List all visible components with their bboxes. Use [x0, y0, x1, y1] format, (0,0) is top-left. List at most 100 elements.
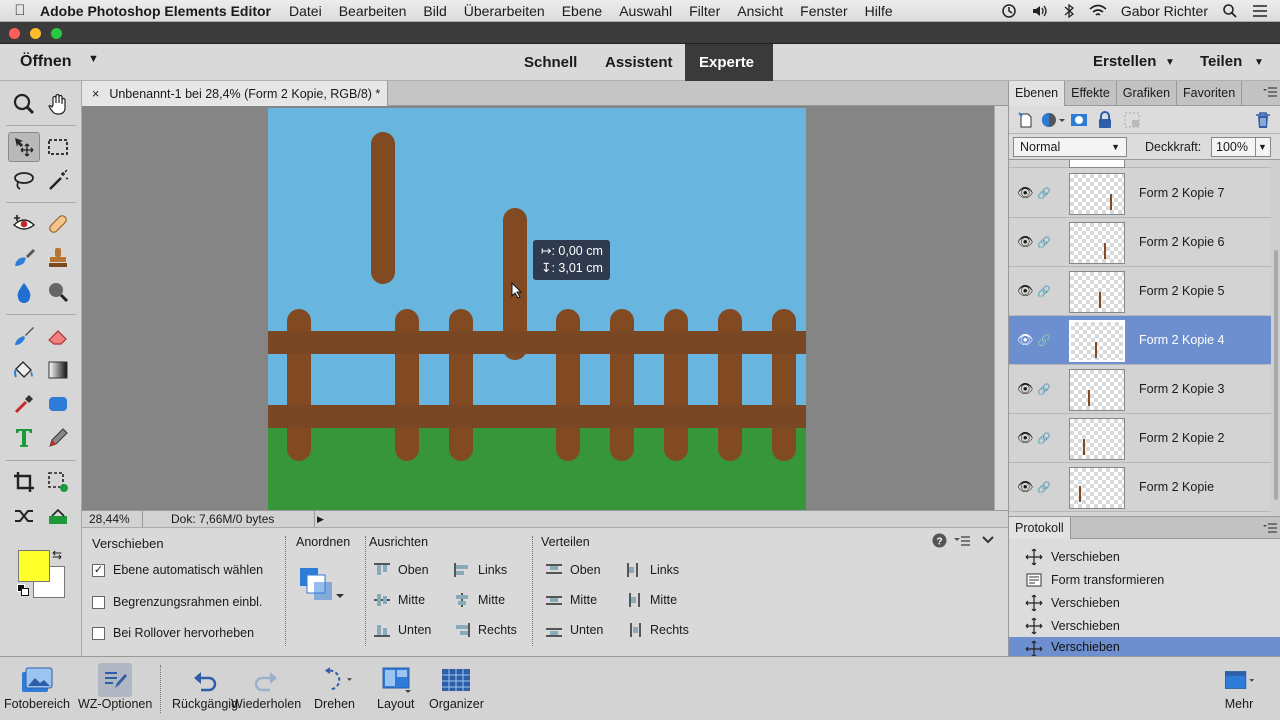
gradient-tool-icon[interactable]	[42, 355, 74, 385]
checkbox-checked-icon[interactable]: ✓	[92, 563, 105, 577]
tab-history[interactable]: Protokoll	[1009, 517, 1071, 539]
blend-mode-select[interactable]: Normal ▼	[1013, 137, 1127, 157]
brush-tool-icon[interactable]	[8, 321, 40, 351]
auto-select-layer-checkbox[interactable]: ✓ Ebene automatisch wählen	[92, 563, 263, 577]
layer-row[interactable]: 👁 🔗 Form 2 Kopie 6	[1009, 218, 1271, 267]
smart-brush-icon[interactable]	[8, 243, 40, 273]
history-item[interactable]: Form transformieren	[1009, 568, 1280, 591]
recompose-tool-icon[interactable]	[42, 467, 74, 497]
menu-auswahl[interactable]: Auswahl	[619, 3, 672, 19]
eye-icon[interactable]: 👁	[1017, 430, 1034, 446]
arrange-button[interactable]	[298, 566, 350, 606]
eye-icon[interactable]: 👁	[1017, 185, 1034, 201]
layers-scroll-thumb[interactable]	[1274, 250, 1278, 500]
help-icon[interactable]: ?	[932, 533, 947, 548]
menu-ansicht[interactable]: Ansicht	[737, 3, 783, 19]
layer-row[interactable]: 👁 🔗 Form 2 Kopie 2	[1009, 414, 1271, 463]
link-icon[interactable]: 🔗	[1037, 383, 1051, 396]
move-tool-icon[interactable]	[8, 132, 40, 162]
status-menu-arrow-icon[interactable]: ▶	[314, 511, 326, 527]
wifi-icon[interactable]	[1089, 4, 1107, 18]
menu-ebene[interactable]: Ebene	[562, 3, 602, 19]
zoom-window-button[interactable]	[51, 28, 62, 39]
menu-bearbeiten[interactable]: Bearbeiten	[339, 3, 407, 19]
spotlight-search-icon[interactable]	[1222, 3, 1238, 19]
distribute-middle-button[interactable]: Mitte	[546, 593, 597, 607]
volume-icon[interactable]	[1031, 3, 1049, 19]
tool-options-button[interactable]: WZ-Optionen	[78, 663, 152, 711]
collapse-options-icon[interactable]	[982, 535, 994, 545]
highlight-rollover-checkbox[interactable]: Bei Rollover hervorheben	[92, 626, 254, 640]
clone-stamp-icon[interactable]	[42, 243, 74, 273]
align-bottom-button[interactable]: Unten	[374, 623, 431, 637]
link-icon[interactable]: 🔗	[1037, 236, 1051, 249]
lock-all-icon[interactable]	[1097, 111, 1113, 129]
link-icon[interactable]: 🔗	[1037, 187, 1051, 200]
create-dropdown-icon[interactable]: ▼	[1165, 57, 1175, 68]
delete-layer-icon[interactable]	[1255, 111, 1271, 129]
red-eye-tool-icon[interactable]	[8, 209, 40, 239]
hand-tool-icon[interactable]	[42, 89, 74, 119]
history-item[interactable]: Verschieben	[1009, 614, 1280, 637]
lasso-tool-icon[interactable]	[8, 166, 40, 196]
crop-tool-icon[interactable]	[8, 467, 40, 497]
zoom-tool-icon[interactable]	[8, 89, 40, 119]
organizer-button[interactable]: Organizer	[429, 663, 484, 711]
spot-healing-brush-icon[interactable]	[42, 209, 74, 239]
options-menu-icon[interactable]	[954, 535, 970, 547]
content-aware-move-icon[interactable]	[42, 501, 74, 531]
mode-expert[interactable]: Experte	[685, 44, 773, 81]
layer-row[interactable]: 👁 🔗 Form 2 Kopie	[1009, 463, 1271, 512]
eye-icon[interactable]: 👁	[1017, 234, 1034, 250]
layer-row[interactable]: 👁 🔗 Form 2 Kopie 7	[1009, 169, 1271, 218]
undo-button[interactable]: Rückgängig	[172, 663, 238, 711]
layer-row[interactable]: 👁 🔗 Form 2 Kopie 5	[1009, 267, 1271, 316]
shape-tool-icon[interactable]	[42, 389, 74, 419]
swap-colors-icon[interactable]: ⇆	[52, 548, 62, 562]
distribute-bottom-button[interactable]: Unten	[546, 623, 603, 637]
panel-menu-icon[interactable]	[1263, 87, 1277, 97]
tab-favorites[interactable]: Favoriten	[1177, 81, 1243, 106]
notification-center-icon[interactable]	[1252, 4, 1268, 18]
add-layer-mask-icon[interactable]	[1070, 111, 1088, 129]
layer-row-selected[interactable]: 👁 🔗 Form 2 Kopie 4	[1009, 316, 1271, 365]
open-button[interactable]: Öffnen	[20, 53, 72, 71]
eye-icon[interactable]: 👁	[1017, 283, 1034, 299]
layer-row[interactable]: 👁 🔗 Form 2 Kopie 3	[1009, 365, 1271, 414]
eye-icon[interactable]: 👁	[1017, 381, 1034, 397]
history-menu-icon[interactable]	[1263, 523, 1277, 533]
text-tool-icon[interactable]	[8, 423, 40, 453]
time-machine-icon[interactable]	[1001, 3, 1017, 19]
redo-button[interactable]: Wiederholen	[231, 663, 301, 711]
link-icon[interactable]: 🔗	[1037, 432, 1051, 445]
tab-layers[interactable]: Ebenen	[1009, 81, 1066, 106]
rectangular-marquee-icon[interactable]	[42, 132, 74, 162]
history-item-selected[interactable]: Verschieben	[1009, 637, 1280, 657]
magic-wand-icon[interactable]	[42, 166, 74, 196]
align-right-button[interactable]: Rechts	[454, 623, 517, 637]
document-tab[interactable]: × Unbenannt-1 bei 28,4% (Form 2 Kopie, R…	[82, 81, 388, 106]
menu-bild[interactable]: Bild	[423, 3, 446, 19]
align-center-button[interactable]: Mitte	[454, 593, 505, 607]
minimize-window-button[interactable]	[30, 28, 41, 39]
distribute-right-button[interactable]: Rechts	[626, 623, 689, 637]
align-middle-button[interactable]: Mitte	[374, 593, 425, 607]
layers-scrollbar[interactable]	[1271, 160, 1280, 516]
menu-ueberarbeiten[interactable]: Überarbeiten	[464, 3, 545, 19]
layer-row-partial[interactable]	[1009, 160, 1271, 168]
rotate-button[interactable]: Drehen	[314, 663, 355, 711]
eye-icon[interactable]: 👁	[1017, 332, 1034, 348]
checkbox-icon[interactable]	[92, 595, 105, 609]
app-name[interactable]: Adobe Photoshop Elements Editor	[40, 3, 271, 19]
photo-bin-button[interactable]: Fotobereich	[4, 663, 70, 711]
foreground-color-swatch-top[interactable]	[18, 550, 50, 582]
align-top-button[interactable]: Oben	[374, 563, 429, 577]
mode-quick[interactable]: Schnell	[510, 44, 591, 81]
canvas-workarea[interactable]	[82, 106, 994, 510]
lock-transparent-icon[interactable]	[1123, 111, 1141, 129]
new-layer-icon[interactable]	[1017, 111, 1035, 129]
close-window-button[interactable]	[9, 28, 20, 39]
default-colors-icon[interactable]	[17, 584, 29, 596]
mode-guided[interactable]: Assistent	[591, 44, 687, 81]
history-item[interactable]: Verschieben	[1009, 545, 1280, 568]
